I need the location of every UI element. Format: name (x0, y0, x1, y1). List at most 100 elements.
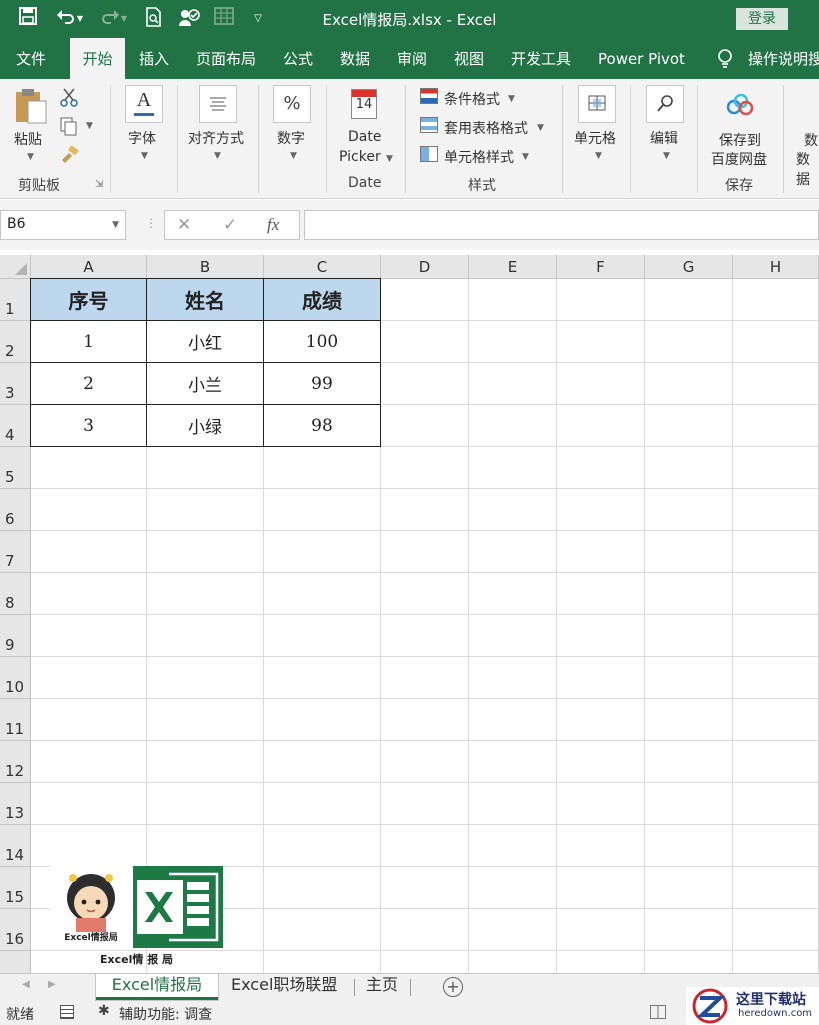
row-header-12[interactable]: 12 (0, 741, 31, 783)
column-header-b[interactable]: B (147, 255, 264, 279)
paste-icon[interactable] (14, 87, 48, 129)
search-icon[interactable] (646, 85, 684, 123)
paste-button[interactable]: 粘贴 (14, 129, 42, 149)
edit-dropdown-icon[interactable]: ▼ (663, 151, 670, 161)
date-picker-label-2[interactable]: Picker (339, 149, 381, 165)
undo-dropdown-icon[interactable]: ▼ (74, 7, 86, 31)
table-format-button[interactable]: 套用表格格式 (444, 118, 528, 138)
edit-button[interactable]: 编辑 (650, 128, 678, 148)
data-analysis-label-2[interactable]: 数据 (796, 149, 819, 189)
font-dropdown-icon[interactable]: ▼ (141, 151, 148, 161)
table-header-cell[interactable]: 序号 (30, 278, 147, 321)
conditional-format-button[interactable]: 条件格式 (444, 89, 500, 109)
align-dropdown-icon[interactable]: ▼ (214, 151, 221, 161)
login-button[interactable]: 登录 (736, 8, 788, 30)
row-header-15[interactable]: 15 (0, 867, 31, 909)
row-header-10[interactable]: 10 (0, 657, 31, 699)
row-header-2[interactable]: 2 (0, 321, 31, 363)
table-grid-icon[interactable] (212, 7, 236, 31)
table-cell[interactable]: 98 (264, 405, 381, 447)
column-header-e[interactable]: E (469, 255, 557, 279)
normal-view-icon[interactable] (650, 1005, 666, 1019)
cell-style-button[interactable]: 单元格样式 (444, 147, 514, 167)
cells-dropdown-icon[interactable]: ▼ (595, 151, 602, 161)
column-header-c[interactable]: C (264, 255, 381, 279)
column-header-g[interactable]: G (645, 255, 733, 279)
sheet-tab-home[interactable]: 主页 (366, 974, 398, 1000)
align-icon[interactable] (199, 85, 237, 123)
save-to-cloud-label-2[interactable]: 百度网盘 (711, 149, 767, 169)
accessibility-status[interactable]: 辅助功能: 调查 (119, 1004, 212, 1024)
tab-home[interactable]: 开始 (70, 38, 125, 79)
row-header-16[interactable]: 16 (0, 909, 31, 951)
baidu-cloud-icon[interactable] (726, 93, 754, 121)
cell-style-icon[interactable] (420, 146, 438, 162)
table-header-cell[interactable]: 成绩 (264, 278, 381, 321)
align-button[interactable]: 对齐方式 (188, 128, 244, 148)
sheet-tab-workplace[interactable]: Excel职场联盟 (231, 974, 337, 1000)
table-cell[interactable]: 小兰 (147, 363, 264, 405)
name-box-dropdown-icon[interactable]: ▼ (112, 220, 119, 230)
row-header-1[interactable]: 1 (0, 279, 31, 321)
table-cell[interactable]: 2 (30, 363, 147, 405)
row-header-17[interactable]: 17 (0, 951, 31, 973)
tell-me-search[interactable]: 操作说明搜 (748, 38, 819, 79)
tab-review[interactable]: 审阅 (397, 38, 427, 79)
percent-icon[interactable]: % (273, 85, 311, 123)
dialog-launcher-icon[interactable]: ⇲ (95, 179, 103, 190)
lightbulb-icon[interactable] (716, 38, 734, 79)
tab-power-pivot[interactable]: Power Pivot (598, 38, 685, 79)
table-format-icon[interactable] (420, 117, 438, 133)
font-button[interactable]: 字体 (128, 128, 156, 148)
tab-file[interactable]: 文件 (16, 38, 46, 79)
tab-insert[interactable]: 插入 (139, 38, 169, 79)
table-header-cell[interactable]: 姓名 (147, 278, 264, 321)
tab-view[interactable]: 视图 (454, 38, 484, 79)
accessibility-icon[interactable]: ✱ (98, 1003, 110, 1019)
add-sheet-icon[interactable]: + (443, 977, 463, 997)
cancel-icon[interactable]: ✕ (177, 215, 191, 235)
row-header-4[interactable]: 4 (0, 405, 31, 447)
row-header-9[interactable]: 9 (0, 615, 31, 657)
calendar-icon[interactable]: 14 (351, 89, 377, 119)
cells-icon[interactable] (578, 85, 616, 123)
font-icon[interactable]: A (125, 85, 163, 123)
sheet-tab-excel-info[interactable]: Excel情报局 (96, 974, 218, 1000)
table-format-dropdown-icon[interactable]: ▼ (537, 123, 544, 133)
column-header-f[interactable]: F (557, 255, 645, 279)
conditional-format-dropdown-icon[interactable]: ▼ (508, 94, 515, 104)
save-to-cloud-label-1[interactable]: 保存到 (719, 130, 761, 150)
formula-input[interactable] (304, 210, 819, 240)
row-header-14[interactable]: 14 (0, 825, 31, 867)
customize-toolbar-icon[interactable]: ▽ (250, 7, 266, 31)
confirm-icon[interactable]: ✓ (223, 215, 237, 235)
conditional-format-icon[interactable] (420, 88, 438, 104)
number-dropdown-icon[interactable]: ▼ (290, 151, 297, 161)
data-analysis-label-1[interactable]: 数 (804, 130, 818, 150)
function-icon[interactable]: fx (267, 215, 279, 235)
date-picker-label-1[interactable]: Date (348, 129, 381, 145)
select-all-corner[interactable] (0, 255, 31, 279)
table-cell[interactable]: 小绿 (147, 405, 264, 447)
row-header-13[interactable]: 13 (0, 783, 31, 825)
row-header-11[interactable]: 11 (0, 699, 31, 741)
format-painter-icon[interactable] (60, 145, 80, 167)
copy-dropdown-icon[interactable]: ▼ (86, 121, 93, 131)
table-cell[interactable]: 1 (30, 321, 147, 363)
cut-icon[interactable] (60, 87, 78, 111)
row-header-8[interactable]: 8 (0, 573, 31, 615)
cells-button[interactable]: 单元格 (574, 128, 616, 148)
row-header-3[interactable]: 3 (0, 363, 31, 405)
sheet-prev-icon[interactable]: ◀ (22, 979, 30, 990)
tab-formulas[interactable]: 公式 (283, 38, 313, 79)
table-cell[interactable]: 3 (30, 405, 147, 447)
name-box[interactable]: B6 ▼ (0, 210, 126, 240)
tab-developer[interactable]: 开发工具 (511, 38, 571, 79)
save-icon[interactable] (16, 7, 40, 31)
tab-page-layout[interactable]: 页面布局 (196, 38, 256, 79)
date-picker-dropdown-icon[interactable]: ▼ (386, 154, 393, 164)
cell-style-dropdown-icon[interactable]: ▼ (522, 152, 529, 162)
column-header-h[interactable]: H (733, 255, 819, 279)
column-header-d[interactable]: D (381, 255, 469, 279)
print-preview-icon[interactable] (142, 7, 166, 31)
